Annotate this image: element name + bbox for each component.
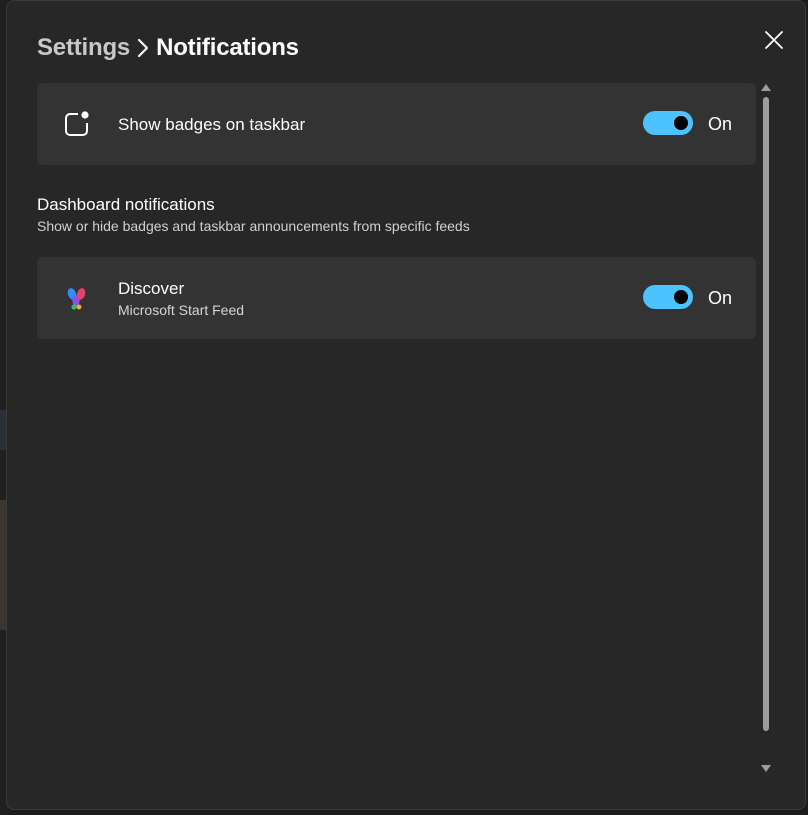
- taskbar-badge-icon: [65, 111, 89, 136]
- feed-row-discover: Discover Microsoft Start Feed On: [37, 257, 756, 339]
- notifications-settings-panel: Settings Notifications Show badges on ta…: [6, 0, 806, 810]
- scroll-down-arrow-icon[interactable]: [761, 765, 771, 773]
- toggle-knob: [674, 116, 688, 130]
- feed-source: Microsoft Start Feed: [118, 302, 245, 318]
- scrollbar-thumb[interactable]: [763, 97, 769, 731]
- dashboard-notifications-description: Show or hide badges and taskbar announce…: [37, 218, 470, 234]
- vertical-scrollbar[interactable]: [759, 83, 773, 777]
- taskbar-badges-toggle[interactable]: [643, 111, 693, 135]
- breadcrumb-settings[interactable]: Settings: [37, 34, 130, 62]
- taskbar-badges-state: On: [708, 114, 733, 134]
- chevron-right-icon: [137, 38, 149, 58]
- taskbar-badges-row: Show badges on taskbar On: [37, 83, 756, 165]
- microsoft-start-icon: [67, 288, 86, 310]
- taskbar-badges-label: Show badges on taskbar: [118, 115, 306, 134]
- breadcrumb: Settings Notifications: [37, 31, 299, 65]
- toggle-knob: [674, 290, 688, 304]
- close-icon[interactable]: [761, 27, 787, 53]
- discover-feed-toggle[interactable]: [643, 285, 693, 309]
- feed-name: Discover: [118, 279, 185, 298]
- scroll-up-arrow-icon[interactable]: [761, 83, 771, 91]
- page-title: Notifications: [156, 34, 299, 61]
- discover-feed-state: On: [708, 288, 733, 308]
- dashboard-notifications-heading: Dashboard notifications: [37, 195, 215, 214]
